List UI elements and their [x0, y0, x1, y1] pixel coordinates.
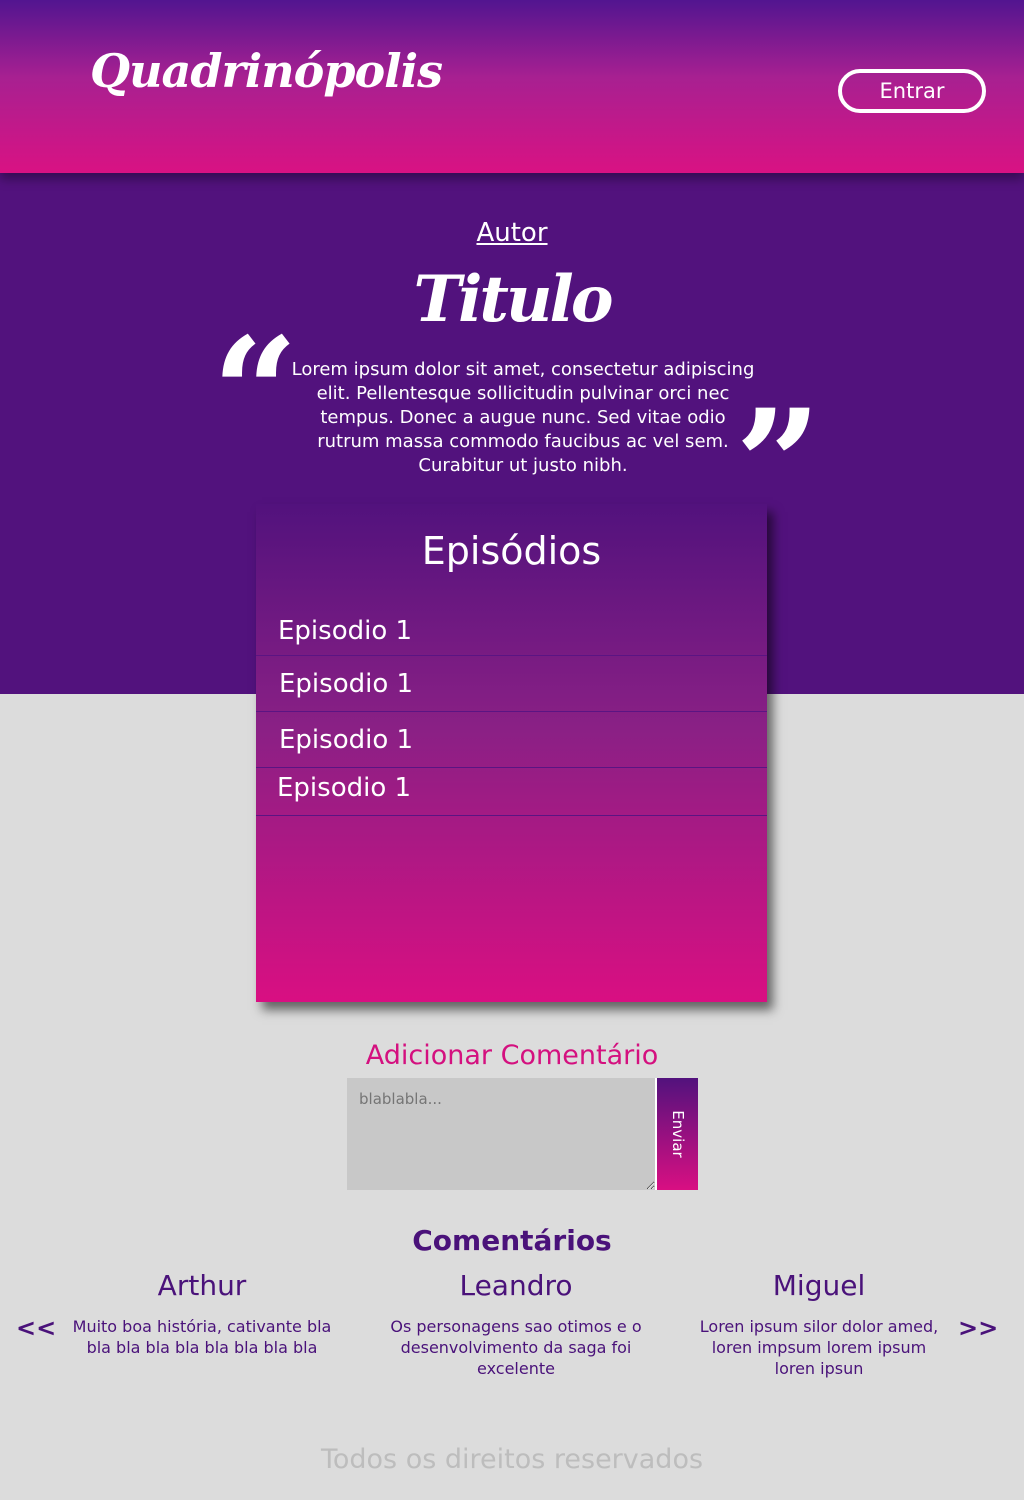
episode-label: Episodio 1	[279, 669, 414, 699]
comment-input[interactable]	[347, 1078, 655, 1190]
open-quote-icon: “	[212, 305, 299, 481]
comic-title: Titulo	[413, 262, 613, 337]
synopsis-text: Lorem ipsum dolor sit amet, consectetur …	[291, 359, 755, 476]
comment-author: Arthur	[157, 1269, 247, 1302]
comments-title: Comentários	[412, 1224, 612, 1257]
comment-card: Miguel Loren ipsum silor dolor amed, lor…	[689, 1272, 949, 1379]
footer-copyright: Todos os direitos reservados	[320, 1444, 704, 1475]
episode-item[interactable]: Episodio 1	[256, 712, 767, 768]
add-comment-title: Adicionar Comentário	[365, 1040, 659, 1071]
prev-comments-arrow[interactable]: <<	[16, 1314, 56, 1342]
comment-card: Arthur Muito boa história, cativante bla…	[72, 1272, 332, 1358]
next-comments-arrow[interactable]: >>	[958, 1314, 998, 1342]
episode-label: Episodio 1	[277, 773, 412, 803]
episodes-panel: Episódios Episodio 1 Episodio 1 Episodio…	[256, 504, 767, 1002]
site-logo[interactable]: Quadrinópolis	[90, 48, 443, 94]
comment-author: Miguel	[772, 1269, 866, 1302]
comment-text: Muito boa história, cativante bla bla bl…	[72, 1317, 332, 1357]
episode-label: Episodio 1	[279, 725, 414, 755]
comment-text: Os personagens sao otimos e o desenvolvi…	[390, 1317, 642, 1378]
send-comment-button[interactable]: Enviar	[655, 1078, 698, 1190]
login-button[interactable]: Entrar	[838, 69, 986, 113]
author-link[interactable]: Autor	[0, 218, 1024, 248]
send-label: Enviar	[668, 1110, 687, 1158]
episodes-title: Episódios	[421, 529, 602, 573]
episode-item[interactable]: Episodio 1	[256, 768, 767, 816]
episode-item[interactable]: Episodio 1	[256, 656, 767, 712]
comment-text: Loren ipsum silor dolor amed, loren imps…	[699, 1317, 939, 1378]
episode-label: Episodio 1	[278, 616, 413, 646]
episode-item[interactable]: Episodio 1	[256, 607, 767, 656]
comment-card: Leandro Os personagens sao otimos e o de…	[386, 1272, 646, 1379]
site-header: Quadrinópolis Entrar	[0, 0, 1024, 173]
comment-author: Leandro	[459, 1269, 573, 1302]
